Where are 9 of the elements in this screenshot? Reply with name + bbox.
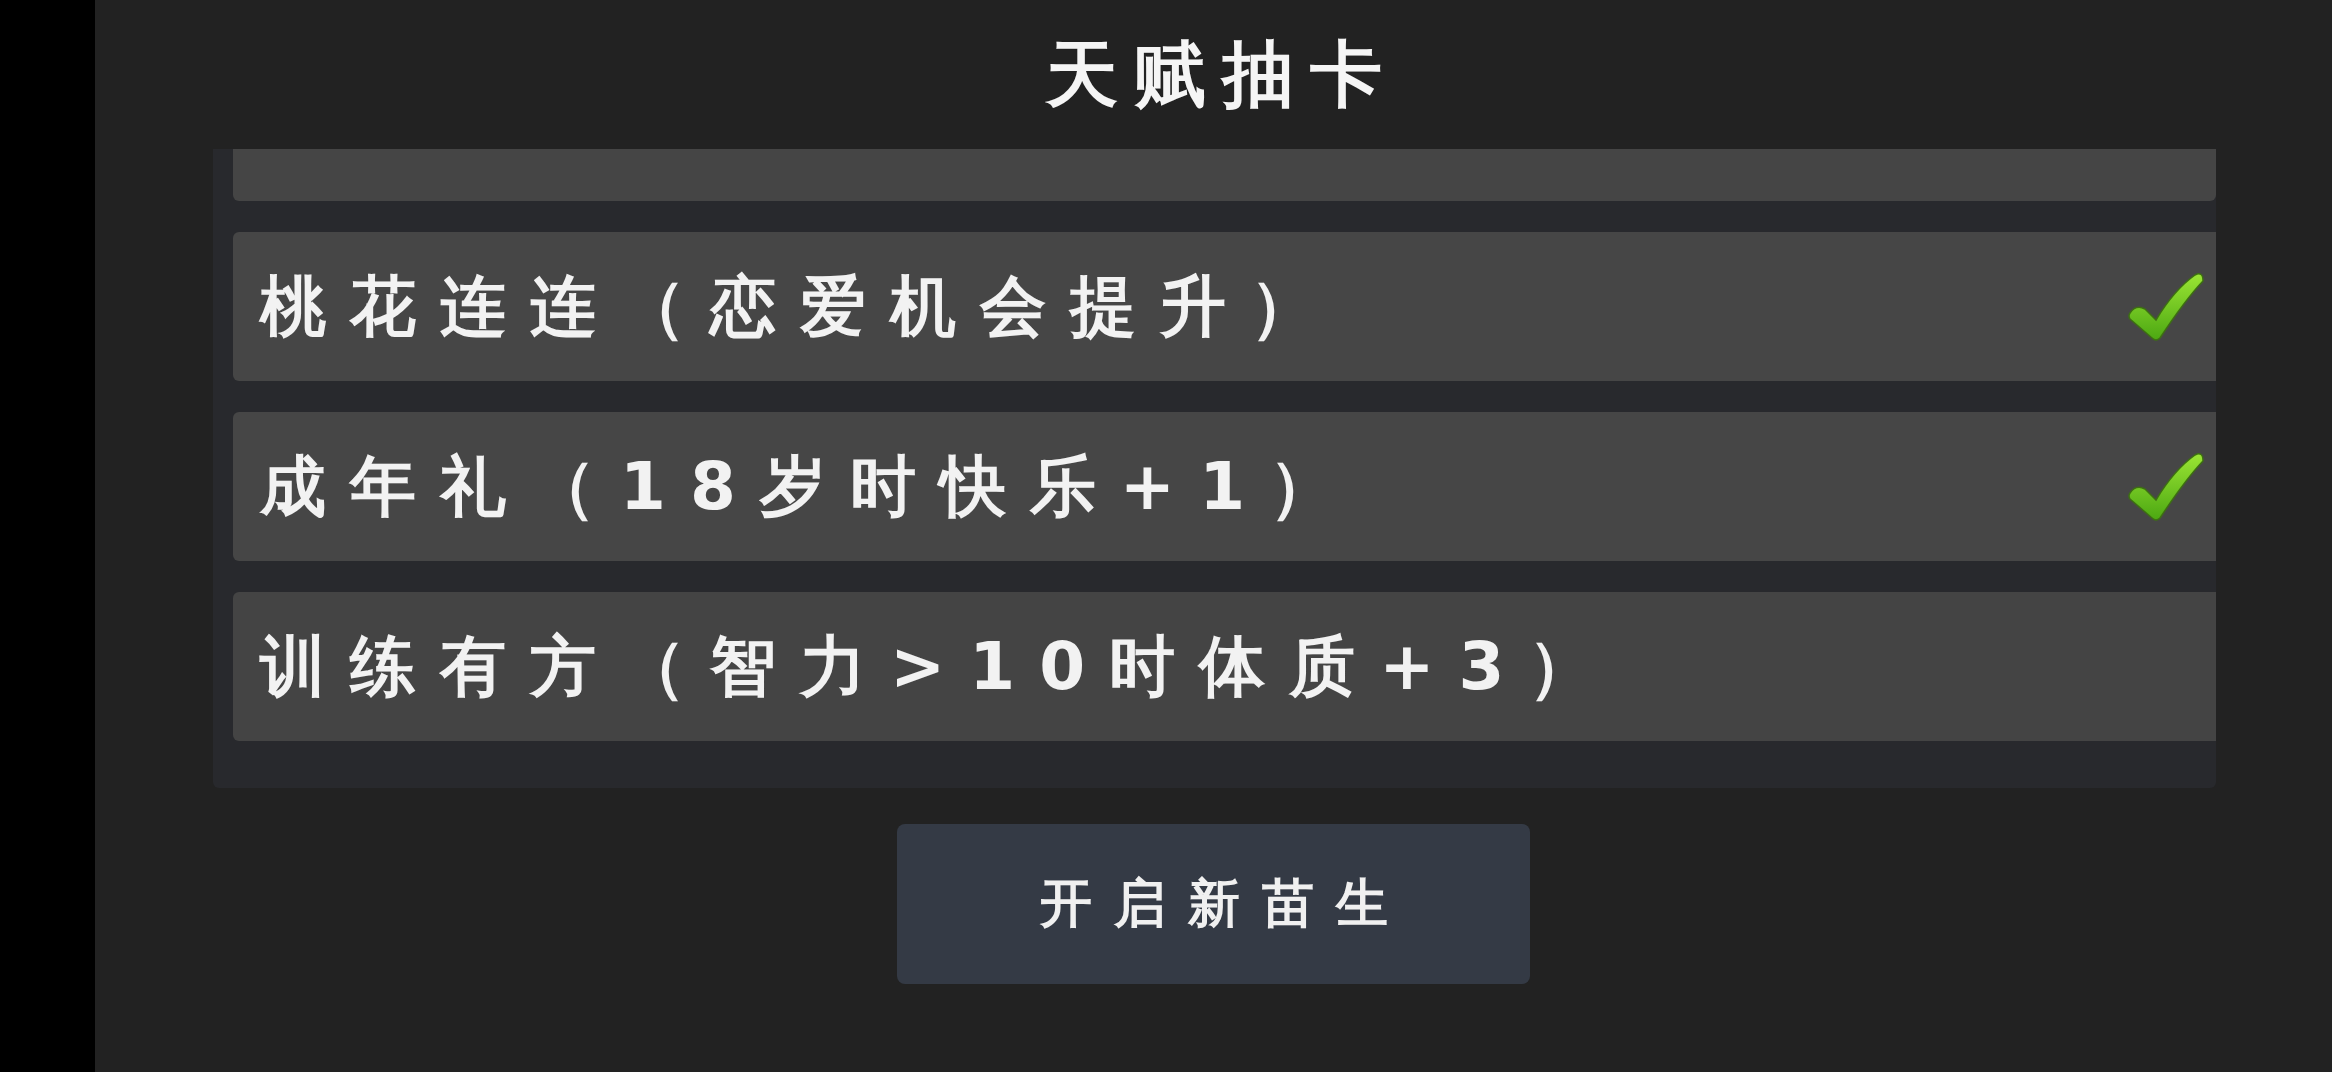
talent-row[interactable] xyxy=(233,149,2216,201)
page-title: 天赋抽卡 xyxy=(1044,34,1398,115)
talent-text: 训练有方（智力>10时体质+3） xyxy=(260,628,1619,705)
talent-row[interactable]: 成年礼（18岁时快乐+1） xyxy=(233,412,2216,561)
start-button[interactable]: 开启新苗生 xyxy=(897,824,1530,984)
talent-text: 桃花连连（恋爱机会提升） xyxy=(260,268,1340,345)
talent-row[interactable]: 桃花连连（恋爱机会提升） xyxy=(233,232,2216,381)
talent-text: 成年礼（18岁时快乐+1） xyxy=(260,448,1360,525)
talent-row[interactable]: 训练有方（智力>10时体质+3） xyxy=(233,592,2216,741)
